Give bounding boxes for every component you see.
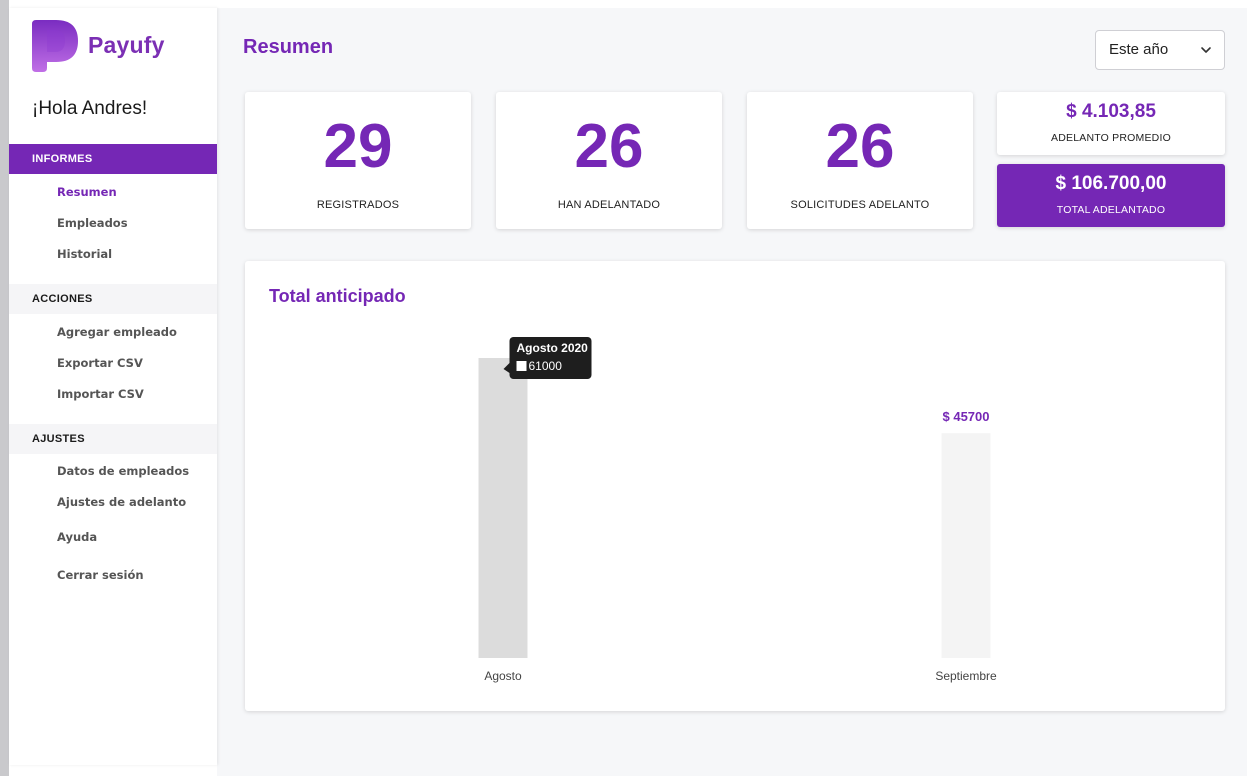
nav-item-exportar-csv[interactable]: Exportar CSV [57, 356, 143, 370]
tooltip-swatch [516, 361, 527, 371]
bar-chart: Agosto Septiembre $ 45700 Agosto 2020 61000 [478, 337, 997, 683]
data-label: $ 45700 [943, 409, 990, 424]
stat-card-han-adelantado: 26 HAN ADELANTADO [496, 92, 722, 229]
average-advance-value: $ 4.103,85 [1066, 101, 1156, 122]
chart-bar[interactable] [941, 433, 991, 658]
main-content: Resumen Este año 29 REGISTRADOS 26 HAN A… [217, 8, 1247, 776]
nav-item-ayuda[interactable]: Ayuda [57, 530, 97, 544]
tooltip-value: 61000 [529, 359, 563, 373]
nav-item-cerrar-sesion[interactable]: Cerrar sesión [57, 568, 144, 582]
stat-label: SOLICITUDES ADELANTO [790, 199, 930, 211]
stat-label: HAN ADELANTADO [557, 199, 661, 211]
sidebar: Payufy ¡Hola Andres! INFORMES Resumen Em… [9, 8, 217, 765]
nav-item-resumen[interactable]: Resumen [57, 185, 117, 199]
total-advance-card: $ 106.700,00 TOTAL ADELANTADO [997, 164, 1225, 227]
logo[interactable]: Payufy [32, 20, 192, 72]
page-title: Resumen [243, 36, 334, 58]
x-axis-label: Agosto [484, 669, 522, 683]
greeting: ¡Hola Andres! [32, 98, 148, 119]
stat-label: REGISTRADOS [316, 199, 400, 211]
chart-tooltip: Agosto 2020 61000 [503, 337, 592, 379]
nav-item-ajustes-adelanto[interactable]: Ajustes de adelanto [57, 495, 186, 509]
stat-value: 29 [323, 112, 393, 181]
section-informes: INFORMES [9, 144, 217, 174]
total-advance-value: $ 106.700,00 [1055, 173, 1167, 194]
x-axis-label: Septiembre [935, 669, 997, 683]
total-advance-label: TOTAL ADELANTADO [1056, 204, 1166, 216]
average-advance-label: ADELANTO PROMEDIO [1051, 132, 1171, 144]
chart-card: Total anticipado Agosto Septiembre $ 45700… [245, 261, 1225, 711]
stat-value: 26 [825, 112, 895, 181]
nav-item-importar-csv[interactable]: Importar CSV [57, 387, 144, 401]
nav-item-empleados[interactable]: Empleados [57, 216, 128, 230]
section-ajustes: AJUSTES [9, 424, 217, 454]
chart-bar[interactable] [478, 358, 528, 658]
average-advance-card: $ 4.103,85 ADELANTO PROMEDIO [997, 92, 1225, 155]
payufy-logo-icon [32, 20, 78, 72]
app-name: Payufy [88, 32, 165, 58]
window-edge [0, 0, 9, 776]
section-acciones: ACCIONES [9, 284, 217, 314]
stat-card-solicitudes: 26 SOLICITUDES ADELANTO [747, 92, 973, 229]
period-select-value: Este año [1109, 41, 1169, 58]
nav-item-datos-empleados[interactable]: Datos de empleados [57, 464, 189, 478]
chevron-down-icon [1201, 47, 1211, 53]
period-select[interactable]: Este año [1095, 30, 1225, 70]
tooltip-title: Agosto 2020 [517, 341, 589, 355]
stat-value: 26 [574, 112, 644, 181]
nav-item-historial[interactable]: Historial [57, 247, 112, 261]
stat-card-registrados: 29 REGISTRADOS [245, 92, 471, 229]
nav-item-agregar-empleado[interactable]: Agregar empleado [57, 325, 177, 339]
